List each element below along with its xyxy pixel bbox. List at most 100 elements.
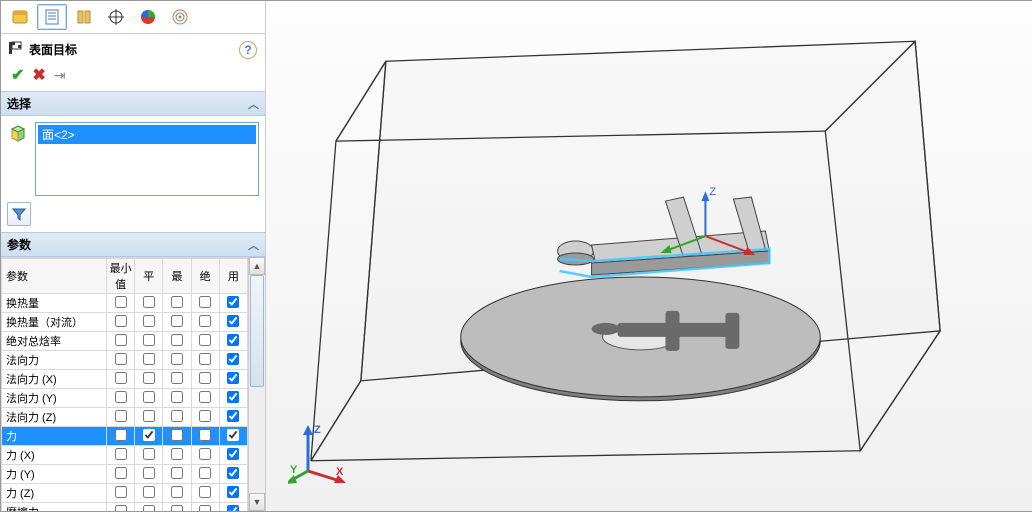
cancel-button[interactable]: ✖: [32, 65, 45, 85]
param-checkbox[interactable]: [199, 315, 211, 327]
param-checkbox[interactable]: [171, 391, 183, 403]
param-checkbox[interactable]: [199, 448, 211, 460]
param-row[interactable]: 法向力 (X): [2, 370, 248, 389]
param-row[interactable]: 换热量: [2, 294, 248, 313]
param-checkbox[interactable]: [171, 353, 183, 365]
param-checkbox[interactable]: [227, 372, 239, 384]
param-checkbox[interactable]: [171, 467, 183, 479]
param-header[interactable]: 最小值: [107, 259, 135, 294]
param-row[interactable]: 法向力: [2, 351, 248, 370]
param-header[interactable]: 参数: [2, 259, 107, 294]
param-checkbox[interactable]: [143, 486, 155, 498]
param-checkbox[interactable]: [171, 448, 183, 460]
param-checkbox[interactable]: [143, 334, 155, 346]
view-triad[interactable]: Z X Y: [288, 419, 358, 489]
param-checkbox[interactable]: [115, 486, 127, 498]
param-row[interactable]: 换热量（对流）: [2, 313, 248, 332]
param-checkbox[interactable]: [143, 448, 155, 460]
param-checkbox[interactable]: [227, 448, 239, 460]
param-checkbox[interactable]: [199, 505, 211, 512]
face-select-icon[interactable]: [7, 122, 29, 144]
tab-dimxpert[interactable]: [101, 4, 131, 30]
param-checkbox[interactable]: [171, 372, 183, 384]
params-table[interactable]: 参数最小值平最绝用 换热量换热量（对流）绝对总焓率法向力法向力 (X)法向力 (…: [1, 258, 248, 511]
param-row[interactable]: 法向力 (Z): [2, 408, 248, 427]
scroll-up-button[interactable]: ▲: [249, 257, 265, 275]
param-checkbox[interactable]: [199, 372, 211, 384]
params-scrollbar[interactable]: ▲ ▼: [248, 257, 265, 511]
param-checkbox[interactable]: [227, 334, 239, 346]
param-checkbox[interactable]: [199, 353, 211, 365]
param-checkbox[interactable]: [171, 410, 183, 422]
param-row[interactable]: 力 (X): [2, 446, 248, 465]
selection-list[interactable]: 面<2>: [35, 122, 259, 196]
param-checkbox[interactable]: [227, 353, 239, 365]
param-checkbox[interactable]: [143, 315, 155, 327]
filter-button[interactable]: [7, 202, 31, 226]
tab-display-manager[interactable]: [133, 4, 163, 30]
param-checkbox[interactable]: [115, 429, 127, 441]
param-checkbox[interactable]: [115, 334, 127, 346]
param-row[interactable]: 力 (Z): [2, 484, 248, 503]
scroll-down-button[interactable]: ▼: [249, 493, 265, 511]
ok-button[interactable]: ✔: [11, 65, 24, 85]
param-checkbox[interactable]: [115, 296, 127, 308]
pin-button[interactable]: ⇥: [54, 67, 66, 84]
param-checkbox[interactable]: [143, 372, 155, 384]
3d-viewport[interactable]: Z Z X Y: [266, 1, 1032, 511]
param-checkbox[interactable]: [143, 429, 155, 441]
param-checkbox[interactable]: [115, 391, 127, 403]
param-checkbox[interactable]: [199, 410, 211, 422]
param-checkbox[interactable]: [171, 505, 183, 512]
param-header[interactable]: 最: [163, 259, 191, 294]
param-checkbox[interactable]: [171, 315, 183, 327]
param-checkbox[interactable]: [115, 467, 127, 479]
param-checkbox[interactable]: [199, 486, 211, 498]
param-checkbox[interactable]: [143, 467, 155, 479]
param-checkbox[interactable]: [227, 315, 239, 327]
param-header[interactable]: 绝: [191, 259, 219, 294]
scroll-thumb[interactable]: [250, 275, 264, 387]
param-checkbox[interactable]: [227, 486, 239, 498]
param-checkbox[interactable]: [143, 505, 155, 512]
section-params-header[interactable]: 参数 ︿: [1, 232, 265, 257]
param-checkbox[interactable]: [227, 296, 239, 308]
param-checkbox[interactable]: [115, 353, 127, 365]
param-checkbox[interactable]: [143, 296, 155, 308]
param-checkbox[interactable]: [115, 505, 127, 512]
param-checkbox[interactable]: [171, 486, 183, 498]
tab-config-manager[interactable]: [69, 4, 99, 30]
param-checkbox[interactable]: [171, 334, 183, 346]
param-checkbox[interactable]: [115, 315, 127, 327]
param-checkbox[interactable]: [227, 467, 239, 479]
param-header[interactable]: 平: [135, 259, 163, 294]
param-checkbox[interactable]: [227, 429, 239, 441]
param-checkbox[interactable]: [199, 391, 211, 403]
param-checkbox[interactable]: [115, 372, 127, 384]
param-checkbox[interactable]: [115, 410, 127, 422]
param-checkbox[interactable]: [199, 467, 211, 479]
param-row[interactable]: 力 (Y): [2, 465, 248, 484]
param-checkbox[interactable]: [143, 410, 155, 422]
param-checkbox[interactable]: [227, 505, 239, 512]
param-checkbox[interactable]: [227, 410, 239, 422]
param-checkbox[interactable]: [227, 391, 239, 403]
param-row[interactable]: 绝对总焓率: [2, 332, 248, 351]
param-checkbox[interactable]: [199, 429, 211, 441]
param-checkbox[interactable]: [171, 429, 183, 441]
param-row[interactable]: 力: [2, 427, 248, 446]
param-checkbox[interactable]: [115, 448, 127, 460]
param-checkbox[interactable]: [143, 391, 155, 403]
param-checkbox[interactable]: [199, 334, 211, 346]
param-row[interactable]: 法向力 (Y): [2, 389, 248, 408]
help-button[interactable]: ?: [239, 41, 257, 59]
param-checkbox[interactable]: [199, 296, 211, 308]
tab-feature-tree[interactable]: [5, 4, 35, 30]
section-select-header[interactable]: 选择 ︿: [1, 91, 265, 116]
param-checkbox[interactable]: [143, 353, 155, 365]
tab-flow-sim[interactable]: [165, 4, 195, 30]
selection-item[interactable]: 面<2>: [38, 125, 256, 144]
param-header[interactable]: 用: [219, 259, 247, 294]
param-checkbox[interactable]: [171, 296, 183, 308]
tab-property-manager[interactable]: [37, 4, 67, 30]
